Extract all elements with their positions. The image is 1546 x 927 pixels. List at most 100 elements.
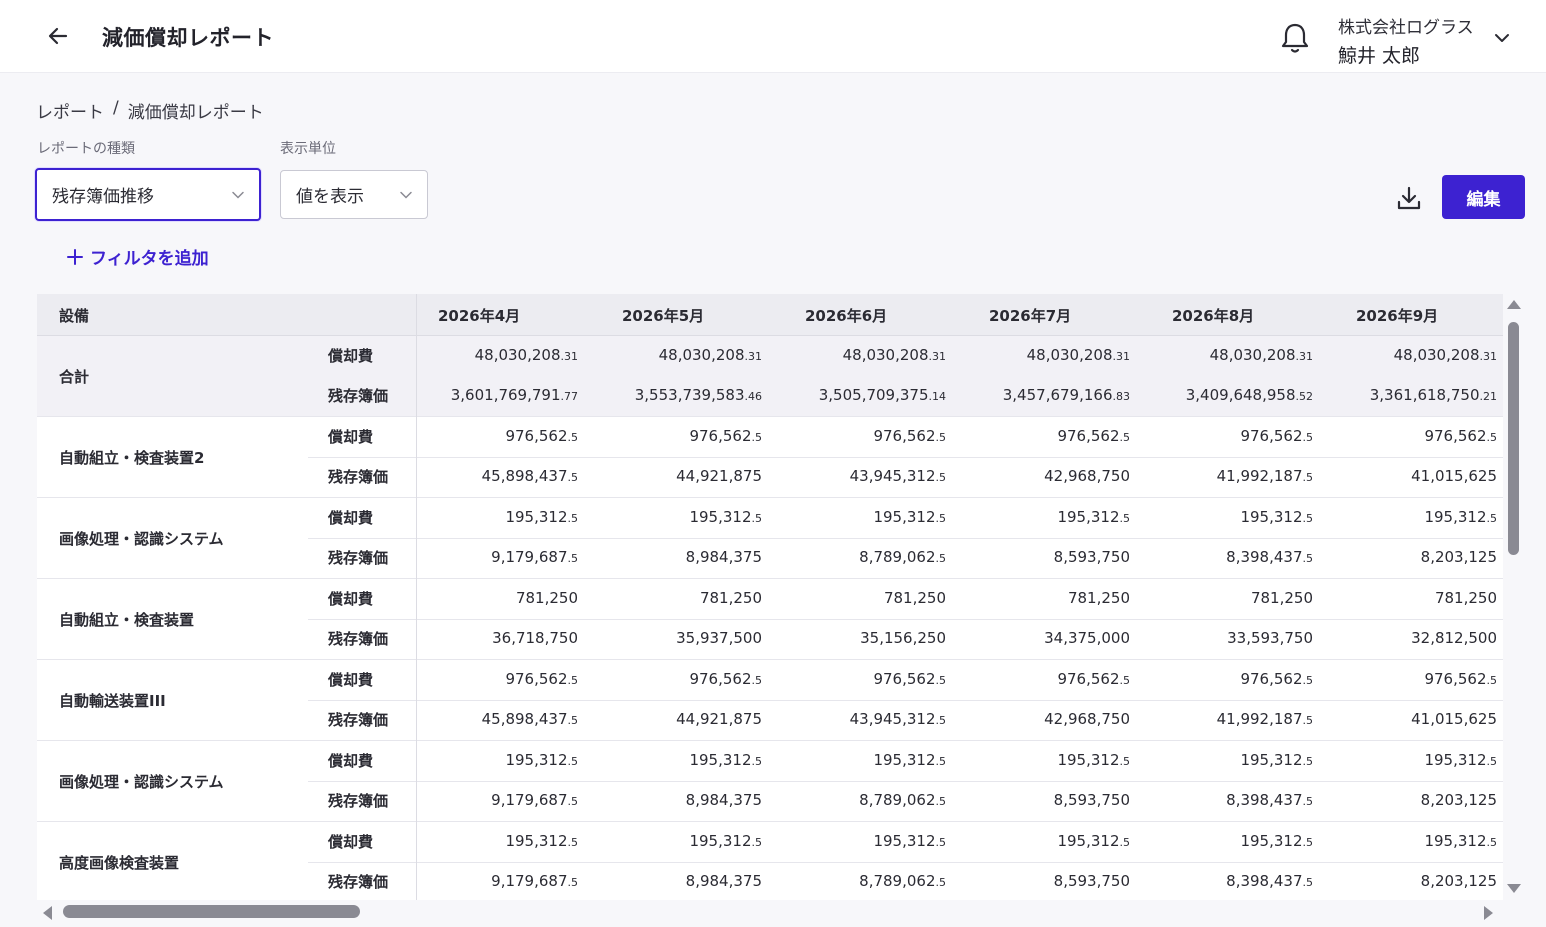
value-cell: 8,398,437.5 <box>1151 791 1313 809</box>
value-integer: 41,992,187 <box>1216 710 1303 728</box>
value-integer: 43,945,312 <box>849 467 936 485</box>
value-cell: 36,718,750 <box>416 629 578 647</box>
value-integer: 8,984,375 <box>685 548 762 566</box>
breadcrumb: レポート / 減価償却レポート <box>36 98 264 123</box>
value-cell: 3,553,739,583.46 <box>600 386 762 404</box>
table-header-row: 設備 2026年4月 2026年5月 2026年6月 2026年7月 2026年8月 20… <box>37 294 1503 336</box>
value-decimal: .5 <box>935 552 947 565</box>
report-type-select[interactable]: 残存簿価推移 <box>35 168 261 221</box>
top-bar: 減価償却レポート 株式会社ログラス 鯨井 太郎 <box>0 0 1546 73</box>
value-decimal: .5 <box>1486 674 1498 687</box>
value-decimal: .5 <box>1119 512 1131 525</box>
vertical-scroll-thumb[interactable] <box>1508 322 1519 555</box>
row-divider <box>308 700 1503 701</box>
value-cell: 8,203,125 <box>1335 791 1497 809</box>
value-integer: 48,030,208 <box>1026 346 1113 364</box>
value-cell: 48,030,208.31 <box>968 346 1130 364</box>
value-integer: 8,398,437 <box>1226 872 1303 890</box>
value-integer: 976,562 <box>1424 427 1487 445</box>
breadcrumb-root-link[interactable]: レポート <box>36 98 104 123</box>
value-cell: 8,789,062.5 <box>784 791 946 809</box>
value-cell: 35,937,500 <box>600 629 762 647</box>
breadcrumb-current: 減価償却レポート <box>127 103 264 123</box>
value-integer: 3,553,739,583 <box>634 386 745 404</box>
value-integer: 976,562 <box>505 427 568 445</box>
value-decimal: .5 <box>1302 876 1314 889</box>
value-integer: 195,312 <box>505 832 568 850</box>
metric-label: 償却費 <box>328 509 374 527</box>
value-decimal: .5 <box>567 714 579 727</box>
value-cell: 3,505,709,375.14 <box>784 386 946 404</box>
value-integer: 195,312 <box>1240 751 1303 769</box>
column-header-month: 2026年5月 <box>622 307 705 325</box>
value-cell: 781,250 <box>784 589 946 607</box>
notifications-button[interactable] <box>1277 20 1313 56</box>
value-integer: 195,312 <box>1424 508 1487 526</box>
value-cell: 44,921,875 <box>600 710 762 728</box>
unit-select[interactable]: 値を表示 <box>280 170 428 219</box>
download-button[interactable] <box>1391 180 1427 216</box>
column-header-month: 2026年7月 <box>989 307 1072 325</box>
value-decimal: .5 <box>1302 714 1314 727</box>
value-cell: 42,968,750 <box>968 467 1130 485</box>
scroll-left-arrow[interactable] <box>43 906 52 920</box>
value-integer: 976,562 <box>1240 670 1303 688</box>
value-decimal: .5 <box>567 471 579 484</box>
asset-name: 自動組立・検査装置 <box>59 611 195 629</box>
metric-label: 償却費 <box>328 428 374 446</box>
value-integer: 48,030,208 <box>1209 346 1296 364</box>
unit-label: 表示単位 <box>280 141 336 157</box>
value-integer: 44,921,875 <box>676 467 762 485</box>
value-integer: 45,898,437 <box>481 710 568 728</box>
value-cell: 9,179,687.5 <box>416 872 578 890</box>
value-decimal: .5 <box>1486 512 1498 525</box>
value-integer: 8,984,375 <box>685 872 762 890</box>
horizontal-scroll-thumb[interactable] <box>63 905 360 918</box>
value-cell: 195,312.5 <box>416 508 578 526</box>
back-button[interactable] <box>40 18 76 54</box>
value-integer: 195,312 <box>873 832 936 850</box>
metric-label: 残存簿価 <box>328 387 389 405</box>
scroll-right-arrow[interactable] <box>1484 906 1493 920</box>
scroll-up-arrow[interactable] <box>1507 300 1521 309</box>
value-integer: 8,203,125 <box>1420 872 1497 890</box>
scroll-down-arrow[interactable] <box>1507 884 1521 893</box>
value-integer: 976,562 <box>1057 427 1120 445</box>
edit-button[interactable]: 編集 <box>1442 175 1525 219</box>
value-cell: 781,250 <box>1151 589 1313 607</box>
value-decimal: .5 <box>567 795 579 808</box>
value-integer: 8,593,750 <box>1053 872 1130 890</box>
value-decimal: .5 <box>1302 674 1314 687</box>
column-header-month: 2026年4月 <box>438 307 521 325</box>
asset-row-group: 画像処理・認識システム 償却費 195,312.5 195,312.5 195,312.… <box>37 741 1503 822</box>
value-decimal: .31 <box>1112 350 1131 363</box>
value-integer: 45,898,437 <box>481 467 568 485</box>
value-cell: 195,312.5 <box>1335 508 1497 526</box>
chevron-down-icon <box>232 191 244 199</box>
horizontal-scrollbar[interactable] <box>37 900 1503 924</box>
add-filter-button[interactable]: フィルタを追加 <box>66 244 209 269</box>
value-decimal: .5 <box>1119 836 1131 849</box>
vertical-scrollbar[interactable] <box>1503 294 1525 900</box>
value-cell: 195,312.5 <box>968 508 1130 526</box>
value-cell: 43,945,312.5 <box>784 710 946 728</box>
value-cell: 48,030,208.31 <box>600 346 762 364</box>
value-cell: 8,593,750 <box>968 548 1130 566</box>
value-cell: 976,562.5 <box>784 427 946 445</box>
value-decimal: .5 <box>1119 755 1131 768</box>
value-decimal: .5 <box>935 714 947 727</box>
depreciation-table: 設備 2026年4月 2026年5月 2026年6月 2026年7月 2026年8月 20… <box>37 294 1503 900</box>
value-cell: 9,179,687.5 <box>416 548 578 566</box>
account-menu-button[interactable] <box>1490 26 1514 50</box>
value-cell: 976,562.5 <box>1151 427 1313 445</box>
value-integer: 976,562 <box>1057 670 1120 688</box>
value-decimal: .77 <box>560 390 579 403</box>
value-decimal: .5 <box>1302 755 1314 768</box>
value-decimal: .5 <box>935 674 947 687</box>
value-integer: 781,250 <box>515 589 578 607</box>
value-decimal: .31 <box>1295 350 1314 363</box>
value-decimal: .5 <box>751 674 763 687</box>
value-cell: 195,312.5 <box>968 832 1130 850</box>
value-cell: 33,593,750 <box>1151 629 1313 647</box>
value-integer: 976,562 <box>1240 427 1303 445</box>
